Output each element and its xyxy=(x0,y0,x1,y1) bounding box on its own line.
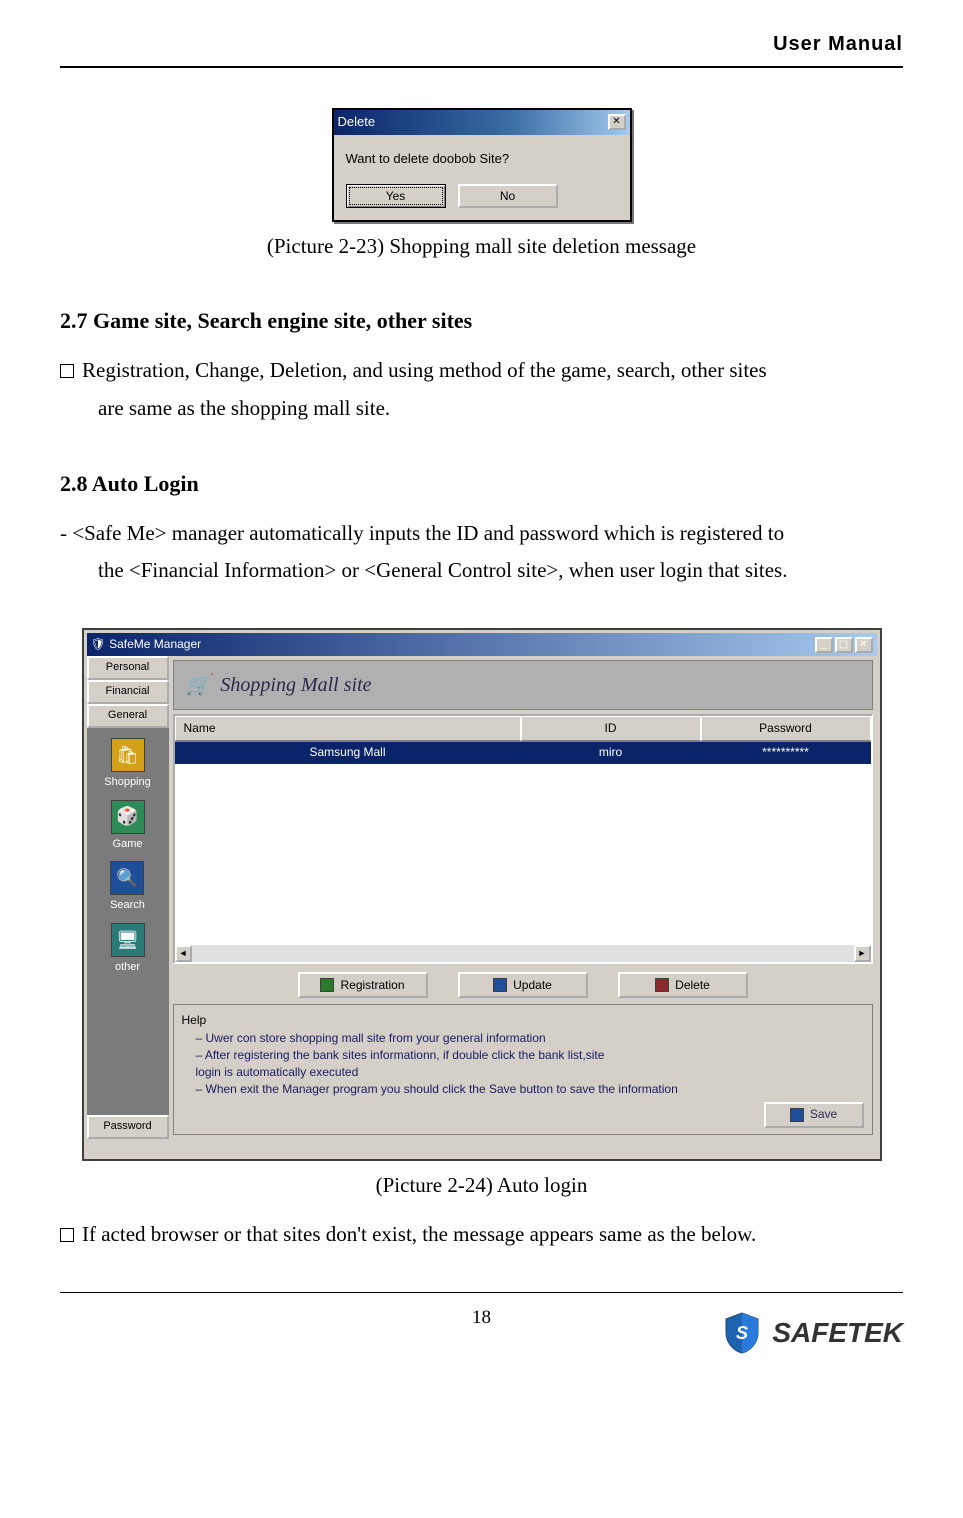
safeme-manager-window: 🛡 SafeMe Manager _ ▢ ✕ Personal Financia… xyxy=(82,628,882,1161)
action-buttons-row: Registration Update Delete xyxy=(173,972,873,998)
scroll-left-icon[interactable]: ◄ xyxy=(175,945,192,962)
delete-label: Delete xyxy=(675,976,710,995)
scroll-right-icon[interactable]: ► xyxy=(854,945,871,962)
delete-button[interactable]: Delete xyxy=(618,972,748,998)
help-line-2: – After registering the bank sites infor… xyxy=(196,1047,864,1064)
close-icon[interactable]: ✕ xyxy=(608,114,626,130)
checkbox-bullet-icon xyxy=(60,364,74,378)
col-id[interactable]: ID xyxy=(521,716,701,741)
save-label: Save xyxy=(810,1105,837,1124)
registration-icon xyxy=(320,978,334,992)
banner-icon: 🛒 xyxy=(186,669,211,701)
dialog-title-text: Delete xyxy=(338,112,376,133)
smw-titlebar: 🛡 SafeMe Manager _ ▢ ✕ xyxy=(87,633,877,656)
save-icon xyxy=(790,1108,804,1122)
section-2-8-tail: the <Financial Information> or <General … xyxy=(60,554,903,588)
registration-label: Registration xyxy=(340,976,404,995)
yes-button[interactable]: Yes xyxy=(346,184,446,208)
close-icon[interactable]: ✕ xyxy=(855,637,873,653)
sidebar-item-other[interactable]: 🖥 other xyxy=(111,923,145,977)
smw-sidebar: Personal Financial General 🛍 Shopping 🎲 … xyxy=(87,656,169,1138)
picture-caption-2: (Picture 2-24) Auto login xyxy=(60,1169,903,1203)
section-2-8-lead: - <Safe Me> manager automatically inputs… xyxy=(60,521,784,545)
registration-button[interactable]: Registration xyxy=(298,972,428,998)
after-caption-text: If acted browser or that sites don't exi… xyxy=(82,1222,756,1246)
search-icon: 🔍 xyxy=(110,861,144,895)
update-button[interactable]: Update xyxy=(458,972,588,998)
update-label: Update xyxy=(513,976,552,995)
sidebar-item-game[interactable]: 🎲 Game xyxy=(111,800,145,854)
help-line-4: – When exit the Manager program you shou… xyxy=(196,1081,864,1098)
section-2-7-tail: are same as the shopping mall site. xyxy=(60,392,903,426)
game-icon: 🎲 xyxy=(111,800,145,834)
sidebar-label-search: Search xyxy=(110,897,145,915)
picture-caption-1: (Picture 2-23) Shopping mall site deleti… xyxy=(60,230,903,264)
sidebar-tab-financial[interactable]: Financial xyxy=(87,680,169,704)
table-header-row: Name ID Password xyxy=(175,716,871,742)
section-2-7-body: Registration, Change, Deletion, and usin… xyxy=(60,354,903,425)
col-password[interactable]: Password xyxy=(701,716,871,741)
sidebar-tab-personal[interactable]: Personal xyxy=(87,656,169,680)
sidebar-label-game: Game xyxy=(113,836,143,854)
horizontal-scrollbar[interactable]: ◄ ► xyxy=(175,945,871,962)
col-name[interactable]: Name xyxy=(175,716,521,741)
section-2-8-heading: 2.8 Auto Login xyxy=(60,466,903,501)
cell-id: miro xyxy=(521,742,701,763)
after-caption-para: If acted browser or that sites don't exi… xyxy=(60,1218,903,1252)
scroll-track[interactable] xyxy=(192,945,854,962)
header-rule xyxy=(60,66,903,68)
sidebar-item-search[interactable]: 🔍 Search xyxy=(110,861,145,915)
svg-text:S: S xyxy=(736,1323,748,1343)
other-icon: 🖥 xyxy=(111,923,145,957)
section-2-8-body: - <Safe Me> manager automatically inputs… xyxy=(60,517,903,588)
banner-text: Shopping Mall site xyxy=(220,669,371,701)
cell-name: Samsung Mall xyxy=(175,742,521,763)
help-lines: – Uwer con store shopping mall site from… xyxy=(182,1030,864,1097)
dialog-titlebar: Delete ✕ xyxy=(334,110,630,135)
footer-rule xyxy=(60,1292,903,1293)
sidebar-tab-general[interactable]: General xyxy=(87,704,169,728)
logo-text: SAFETEK xyxy=(772,1311,903,1356)
smw-main-panel: 🛒 Shopping Mall site Name ID Password Sa… xyxy=(169,656,877,1138)
sidebar-item-shopping[interactable]: 🛍 Shopping xyxy=(104,738,151,792)
header-title: User Manual xyxy=(60,28,903,60)
safetek-logo: S SAFETEK xyxy=(722,1311,903,1356)
help-line-1: – Uwer con store shopping mall site from… xyxy=(196,1030,864,1047)
update-icon xyxy=(493,978,507,992)
minimize-icon[interactable]: _ xyxy=(815,637,833,653)
cell-password: ********** xyxy=(701,742,871,763)
smw-title-text: 🛡 SafeMe Manager xyxy=(91,635,202,654)
save-button[interactable]: Save xyxy=(764,1102,864,1128)
checkbox-bullet-icon xyxy=(60,1228,74,1242)
shield-icon: S xyxy=(722,1311,762,1355)
section-banner: 🛒 Shopping Mall site xyxy=(173,660,873,710)
help-line-3: login is automatically executed xyxy=(196,1064,864,1081)
section-2-7-heading: 2.7 Game site, Search engine site, other… xyxy=(60,303,903,338)
sidebar-icon-tray: 🛍 Shopping 🎲 Game 🔍 Search 🖥 other xyxy=(87,728,169,1114)
delete-dialog: Delete ✕ Want to delete doobob Site? Yes… xyxy=(332,108,632,222)
delete-icon xyxy=(655,978,669,992)
shopping-icon: 🛍 xyxy=(111,738,145,772)
section-2-7-lead: Registration, Change, Deletion, and usin… xyxy=(82,358,767,382)
maximize-icon[interactable]: ▢ xyxy=(835,637,853,653)
no-button[interactable]: No xyxy=(458,184,558,208)
dialog-message: Want to delete doobob Site? xyxy=(346,149,618,170)
dialog-body: Want to delete doobob Site? Yes No xyxy=(334,135,630,220)
help-box: Help – Uwer con store shopping mall site… xyxy=(173,1004,873,1134)
site-table: Name ID Password Samsung Mall miro *****… xyxy=(173,714,873,964)
help-label: Help xyxy=(182,1011,864,1030)
table-row[interactable]: Samsung Mall miro ********** xyxy=(175,742,871,763)
sidebar-label-other: other xyxy=(115,959,140,977)
sidebar-tab-password[interactable]: Password xyxy=(87,1115,169,1139)
sidebar-label-shopping: Shopping xyxy=(104,774,151,792)
